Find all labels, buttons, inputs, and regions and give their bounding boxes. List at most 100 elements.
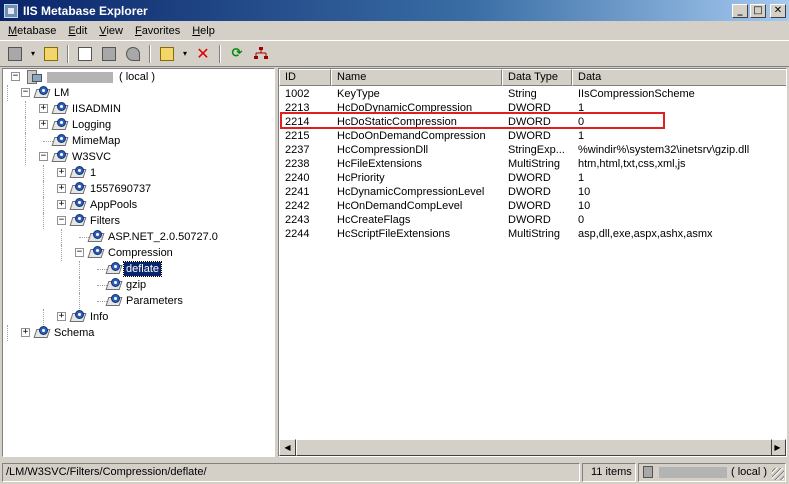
cell-name: HcOnDemandCompLevel <box>337 200 463 212</box>
tree-connector <box>25 101 26 117</box>
column-data-type[interactable]: Data Type <box>502 69 572 86</box>
tree-node-label[interactable]: deflate <box>122 261 163 277</box>
tree-node-root[interactable]: − ( local ) <box>3 69 273 85</box>
tree-node-label[interactable]: Parameters <box>124 294 185 308</box>
new-dropdown[interactable]: ▾ <box>180 43 190 64</box>
new-key-button[interactable] <box>156 43 178 64</box>
scroll-track[interactable] <box>296 439 772 456</box>
undo-icon <box>126 46 140 61</box>
tree-node-aspnet[interactable]: ASP.NET_2.0.50727.0 <box>3 229 273 245</box>
tree-expander[interactable]: + <box>57 200 66 209</box>
tree-expander[interactable]: − <box>21 88 30 97</box>
tree-expander[interactable]: − <box>39 152 48 161</box>
table-row[interactable]: 2240 HcPriority DWORD 1 <box>279 171 786 185</box>
tree-node-schema[interactable]: + Schema <box>3 325 273 341</box>
tree-node-label[interactable]: W3SVC <box>70 150 113 164</box>
tree-node-label[interactable]: MimeMap <box>70 134 122 148</box>
delete-icon[interactable]: ✕ <box>192 43 214 64</box>
tree-node-gzip[interactable]: gzip <box>3 277 273 293</box>
cell-id: 2242 <box>285 200 310 212</box>
hierarchy-icon[interactable] <box>250 43 272 64</box>
menu-view[interactable]: View <box>93 25 129 37</box>
table-row[interactable]: 2237 HcCompressionDll StringExp... %windir%… <box>279 143 786 157</box>
scroll-thumb[interactable] <box>296 439 772 456</box>
connect-dropdown[interactable]: ▾ <box>28 43 38 64</box>
tree-node-label[interactable]: 1 <box>88 166 98 180</box>
table-row[interactable]: 2243 HcCreateFlags DWORD 0 <box>279 213 786 227</box>
tree-node-label[interactable]: Compression <box>106 246 175 260</box>
tree-node-filters[interactable]: − Filters <box>3 213 273 229</box>
tree-expander[interactable]: − <box>57 216 66 225</box>
menu-edit[interactable]: Edit <box>62 25 93 37</box>
tree-node-info[interactable]: + Info <box>3 309 273 325</box>
tree-node-label[interactable]: gzip <box>124 278 148 292</box>
tree-node-iisadmin[interactable]: + IISADMIN <box>3 101 273 117</box>
paste-icon <box>102 46 116 61</box>
status-bar: /LM/W3SVC/Filters/Compression/deflate/ 1… <box>0 461 789 484</box>
cell-id: 2243 <box>285 214 310 226</box>
close-button[interactable]: ✕ <box>770 3 786 18</box>
column-name[interactable]: Name <box>331 69 502 86</box>
toolbar: ▾ ▾ ✕ ⟳ <box>0 40 789 67</box>
tree-node-label[interactable]: AppPools <box>88 198 139 212</box>
tree-connector <box>43 213 44 229</box>
tree-node-label[interactable]: LM <box>52 86 71 100</box>
metabase-tree[interactable]: − ( local ) − LM + IISADMIN + Logging MimeMap − W3… <box>2 68 275 457</box>
tree-expander[interactable]: + <box>57 168 66 177</box>
tree-expander[interactable]: + <box>57 312 66 321</box>
cell-data-type: DWORD <box>508 130 551 142</box>
title-bar[interactable]: IIS Metabase Explorer _ □ ✕ <box>0 0 789 21</box>
tree-node-label[interactable]: ASP.NET_2.0.50727.0 <box>106 230 220 244</box>
cell-data-type: MultiString <box>508 228 560 240</box>
table-row[interactable]: 2241 HcDynamicCompressionLevel DWORD 10 <box>279 185 786 199</box>
menu-metabase[interactable]: Metabase <box>2 25 62 37</box>
tree-node-lm[interactable]: − LM <box>3 85 273 101</box>
tree-expander[interactable]: + <box>39 104 48 113</box>
tree-node-label[interactable]: IISADMIN <box>70 102 123 116</box>
menu-favorites[interactable]: Favorites <box>129 25 186 37</box>
resize-grip[interactable] <box>772 468 784 480</box>
tree-node-label[interactable]: Info <box>88 310 110 324</box>
tree-expander[interactable]: − <box>75 248 84 257</box>
property-list[interactable]: ID Name Data Type Data 1002 KeyType String… <box>278 68 787 457</box>
tree-node-w3svc[interactable]: − W3SVC <box>3 149 273 165</box>
tree-node-parameters[interactable]: Parameters <box>3 293 273 309</box>
tree-node-label[interactable]: Logging <box>70 118 113 132</box>
paste-button[interactable] <box>98 43 120 64</box>
open-button[interactable] <box>40 43 62 64</box>
metabase-key-icon <box>105 294 123 307</box>
tree-node-logging[interactable]: + Logging <box>3 117 273 133</box>
tree-expander[interactable]: + <box>57 184 66 193</box>
refresh-icon[interactable]: ⟳ <box>226 43 248 64</box>
maximize-button[interactable]: □ <box>750 3 766 18</box>
menu-help[interactable]: Help <box>186 25 221 37</box>
tree-node-label[interactable]: Filters <box>88 214 122 228</box>
table-row[interactable]: 2242 HcOnDemandCompLevel DWORD 10 <box>279 199 786 213</box>
table-row[interactable]: 2244 HcScriptFileExtensions MultiString asp… <box>279 227 786 241</box>
copy-button[interactable] <box>74 43 96 64</box>
tree-node-mimemap[interactable]: MimeMap <box>3 133 273 149</box>
table-row[interactable]: 2238 HcFileExtensions MultiString htm,html,… <box>279 157 786 171</box>
column-data[interactable]: Data <box>572 69 786 86</box>
tree-node-label[interactable]: Schema <box>52 326 96 340</box>
tree-node-compression[interactable]: − Compression <box>3 245 273 261</box>
connect-button[interactable] <box>4 43 26 64</box>
tree-connector <box>7 325 8 341</box>
table-row[interactable]: 2215 HcDoOnDemandCompression DWORD 1 <box>279 129 786 143</box>
tree-expander[interactable]: − <box>11 72 20 81</box>
tree-node-apppools[interactable]: + AppPools <box>3 197 273 213</box>
tree-expander[interactable]: + <box>21 328 30 337</box>
computer-icon <box>643 466 653 478</box>
metabase-key-icon <box>51 102 69 115</box>
column-id[interactable]: ID <box>279 69 331 86</box>
undo-button[interactable] <box>122 43 144 64</box>
horizontal-scrollbar[interactable]: ◀ ▶ <box>279 439 786 456</box>
table-row[interactable]: 1002 KeyType String IIsCompressionScheme <box>279 87 786 101</box>
tree-node-deflate[interactable]: deflate <box>3 261 273 277</box>
tree-node-site-1[interactable]: +1 <box>3 165 273 181</box>
tree-node-label[interactable]: 1557690737 <box>88 182 153 196</box>
minimize-button[interactable]: _ <box>732 3 748 18</box>
tree-node-site-1557690737[interactable]: +1557690737 <box>3 181 273 197</box>
tree-expander[interactable]: + <box>39 120 48 129</box>
scroll-left-button[interactable]: ◀ <box>279 439 296 456</box>
